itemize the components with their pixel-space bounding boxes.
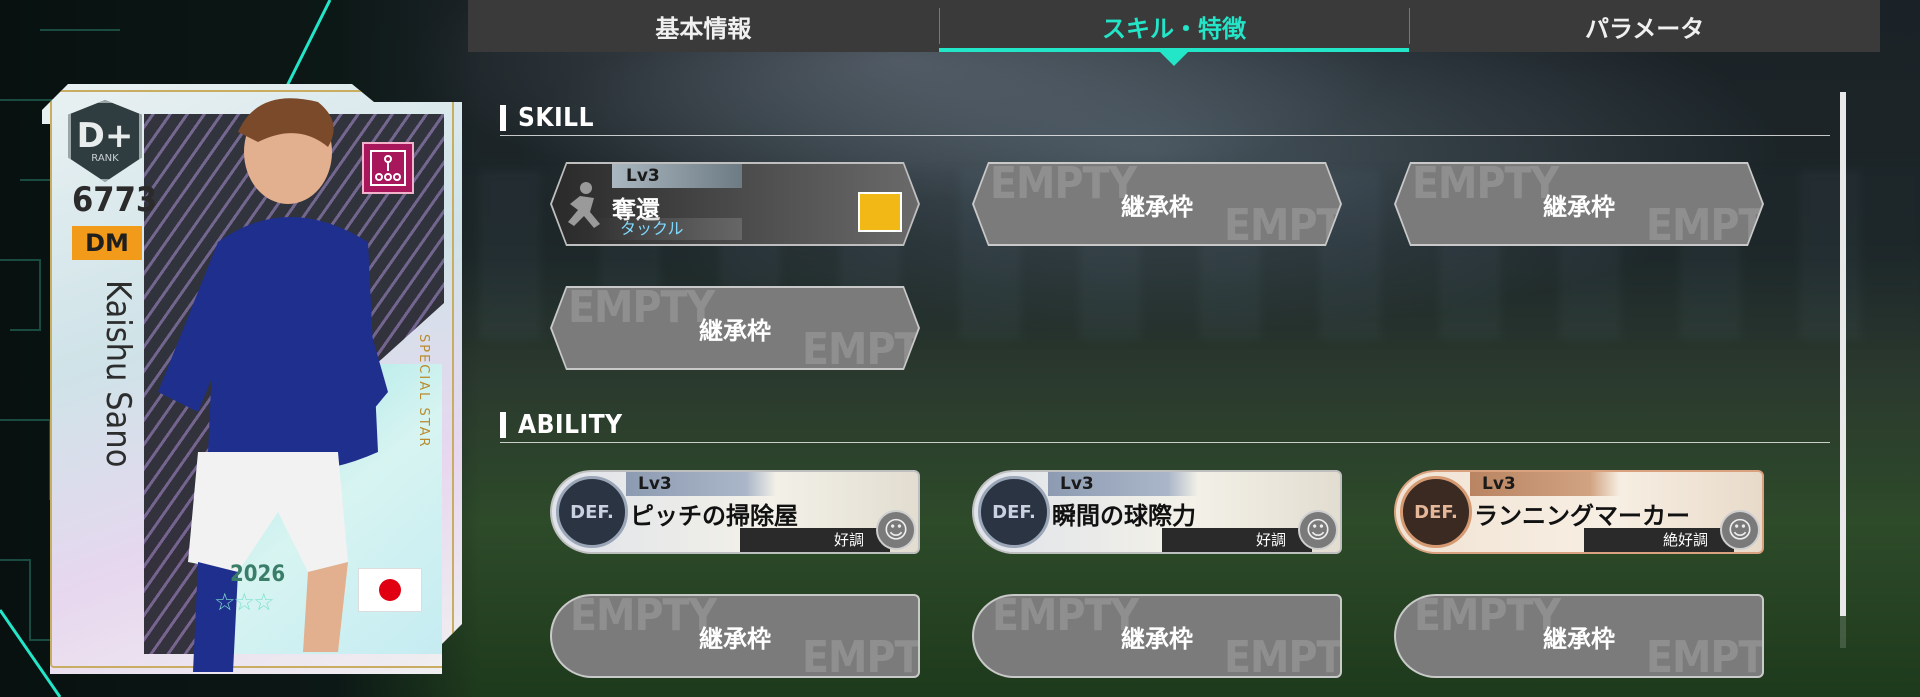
skill-category: タックル	[592, 218, 742, 240]
tab-parameters-label: パラメータ	[1585, 14, 1705, 43]
ability-level: Lv3	[1470, 472, 1620, 496]
ability-slot-empty[interactable]: EMPTY EMPTY 継承枠	[550, 594, 920, 678]
smile-icon: ☺	[876, 510, 916, 550]
tab-skills-traits-label: スキル・特徴	[1102, 14, 1246, 43]
ability-name: ランニングマーカー	[1474, 502, 1690, 530]
empty-slot-label: 継承枠	[1121, 624, 1193, 653]
rank-value: D+	[76, 115, 134, 156]
skill-section-header: SKILL	[500, 100, 1830, 136]
scrollbar-thumb[interactable]	[1840, 92, 1846, 616]
card-position: DM	[72, 226, 142, 260]
japan-flag-icon	[358, 568, 422, 612]
empty-slot-label: 継承枠	[699, 624, 771, 653]
tab-basic-info[interactable]: 基本情報	[468, 0, 939, 52]
active-tab-pointer-icon	[1160, 52, 1188, 66]
skill-slot-filled[interactable]: Lv3 奪還 タックル	[550, 162, 920, 246]
tab-basic-info-label: 基本情報	[655, 14, 752, 43]
ability-slot[interactable]: Lv3 DEF. 瞬間の球際力 好調 ☺	[972, 470, 1342, 554]
skill-slot-empty[interactable]: EMPTY EMPTY 継承枠	[1394, 162, 1764, 246]
skill-slot-empty[interactable]: EMPTY EMPTY 継承枠	[972, 162, 1342, 246]
ability-slot[interactable]: Lv3 DEF. ピッチの掃除屋 好調 ☺	[550, 470, 920, 554]
ability-slot-empty[interactable]: EMPTY EMPTY 継承枠	[972, 594, 1342, 678]
formation-icon	[362, 142, 414, 194]
empty-slot-label: 継承枠	[1543, 624, 1615, 653]
ability-condition: 好調	[1162, 528, 1312, 552]
player-card[interactable]: D+ RANK 6773 DM Kaishu Sano SPECIAL STAR…	[42, 84, 462, 674]
card-player-name: Kaishu Sano	[98, 280, 138, 468]
ability-section-header: ABILITY	[500, 407, 1830, 443]
ability-condition: 好調	[740, 528, 890, 552]
ability-slot-empty[interactable]: EMPTY EMPTY 継承枠	[1394, 594, 1764, 678]
skill-level: Lv3	[612, 164, 742, 188]
card-year: 2026	[230, 562, 286, 587]
smile-icon: ☺	[1298, 510, 1338, 550]
card-special-text: SPECIAL STAR	[416, 334, 431, 449]
empty-slot-label: 継承枠	[1543, 192, 1615, 221]
position-zone-icon	[858, 192, 902, 232]
skill-section-title: SKILL	[518, 102, 594, 133]
tab-bar: 基本情報 スキル・特徴 パラメータ	[468, 0, 1880, 66]
def-badge-icon: DEF.	[1400, 476, 1472, 548]
ability-name: 瞬間の球際力	[1052, 502, 1196, 530]
card-stars: ☆☆☆	[214, 588, 275, 616]
smile-icon: ☺	[1720, 510, 1760, 550]
skill-slot-empty[interactable]: EMPTY EMPTY 継承枠	[550, 286, 920, 370]
empty-slot-label: 継承枠	[1121, 192, 1193, 221]
empty-slot-label: 継承枠	[699, 316, 771, 345]
formation-icon-glyph	[370, 150, 406, 186]
card-rating: 6773	[72, 180, 158, 220]
ability-level: Lv3	[1048, 472, 1198, 496]
ability-slot[interactable]: Lv3 DEF. ランニングマーカー 絶好調 ☺	[1394, 470, 1764, 554]
ability-condition: 絶好調	[1584, 528, 1734, 552]
tab-parameters[interactable]: パラメータ	[1409, 0, 1880, 52]
tab-skills-traits[interactable]: スキル・特徴	[938, 0, 1410, 66]
ability-level: Lv3	[626, 472, 776, 496]
ability-section-title: ABILITY	[518, 409, 623, 440]
ability-name: ピッチの掃除屋	[630, 502, 798, 530]
def-badge-icon: DEF.	[556, 476, 628, 548]
rank-label: RANK	[91, 152, 119, 164]
def-badge-icon: DEF.	[978, 476, 1050, 548]
